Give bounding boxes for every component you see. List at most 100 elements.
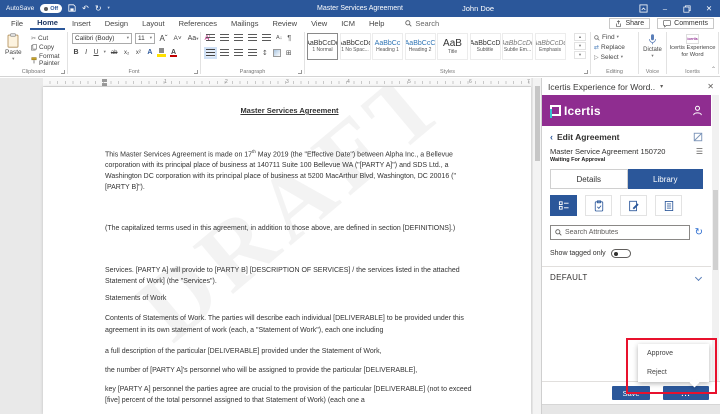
subscript-button[interactable]: x₂ [123, 50, 131, 56]
document-page[interactable]: DRAFT Master Services Agreement This Mas… [43, 87, 531, 414]
grow-font-button[interactable]: Aˇ [158, 34, 169, 43]
reject-menu-item[interactable]: Reject [638, 363, 709, 382]
decrease-indent-icon[interactable] [248, 34, 257, 42]
styles-gallery-more[interactable]: ▾ [574, 51, 586, 59]
bullet-list-icon[interactable] [206, 34, 215, 42]
select-button[interactable]: ▷ Select▾ [594, 54, 623, 61]
tab-view[interactable]: View [304, 17, 334, 30]
sort-icon[interactable]: A↓ [276, 35, 282, 41]
style-title[interactable]: AaBTitle [437, 33, 468, 60]
increase-indent-icon[interactable] [262, 34, 271, 42]
share-button[interactable]: Share [609, 18, 650, 29]
redo-icon[interactable]: ↻ [95, 5, 102, 13]
format-painter-button[interactable]: Format Painter [31, 53, 65, 67]
save-button[interactable]: Save [612, 386, 650, 400]
search-attributes-box[interactable] [550, 225, 690, 240]
shading-icon[interactable] [273, 49, 281, 57]
tab-file[interactable]: File [4, 17, 30, 30]
user-icon[interactable] [692, 105, 703, 116]
tab-layout[interactable]: Layout [135, 17, 172, 30]
panel-close-icon[interactable]: ✕ [707, 82, 714, 91]
dictate-button[interactable]: Dictate ▾ [641, 33, 664, 59]
clauses-view-button[interactable] [585, 195, 612, 216]
panel-scrollbar-thumb[interactable] [713, 190, 718, 270]
panel-menu-caret[interactable]: ▾ [660, 83, 663, 90]
font-color-button[interactable]: A [170, 49, 177, 56]
style-subtle-emphasis[interactable]: AaBbCcDdSubtle Em... [502, 33, 533, 60]
paragraph-contents[interactable]: Contents of Statements of Work. The part… [105, 313, 474, 337]
save-icon[interactable] [68, 4, 76, 14]
attributes-view-button[interactable] [550, 195, 577, 216]
search-box[interactable]: Search [405, 19, 439, 28]
user-name[interactable]: John Doe [462, 4, 494, 13]
tab-details[interactable]: Details [550, 169, 628, 189]
tab-library[interactable]: Library [628, 169, 704, 189]
tab-design[interactable]: Design [98, 17, 135, 30]
tab-mailings[interactable]: Mailings [224, 17, 266, 30]
autosave-toggle[interactable]: Off [40, 4, 62, 13]
paragraph-dialog-launcher[interactable] [298, 70, 302, 74]
paragraph-definitions[interactable]: (The capitalized terms used in this agre… [105, 223, 474, 234]
tab-insert[interactable]: Insert [65, 17, 98, 30]
style-heading2[interactable]: AaBbCcCHeading 2 [405, 33, 436, 60]
more-actions-button[interactable]: ... [663, 386, 709, 400]
styles-dialog-launcher[interactable] [584, 70, 588, 74]
paste-button[interactable]: Paste ▾ [5, 33, 22, 62]
minimize-button[interactable]: – [654, 0, 676, 17]
templates-view-button[interactable] [655, 195, 682, 216]
font-name-select[interactable]: Calibri (Body)▾ [72, 33, 132, 44]
refresh-icon[interactable]: ↻ [695, 228, 703, 238]
customize-quick-access-caret[interactable]: ▾ [108, 6, 110, 11]
tab-icm[interactable]: ICM [334, 17, 362, 30]
align-right-icon[interactable] [234, 49, 243, 57]
copy-button[interactable]: Copy [31, 44, 54, 51]
panel-scrollbar[interactable] [712, 95, 719, 381]
default-section-header[interactable]: DEFAULT [550, 273, 703, 282]
document-title[interactable]: Master Services Agreement [105, 105, 474, 116]
highlight-color-button[interactable] [157, 48, 166, 57]
paragraph-effective-date[interactable]: This Master Services Agreement is made o… [105, 146, 474, 193]
paragraph-statements-of-work-heading[interactable]: Statements of Work [105, 293, 474, 304]
search-attributes-input[interactable] [565, 229, 685, 236]
indent-marker[interactable] [102, 79, 107, 82]
tab-home[interactable]: Home [30, 17, 65, 30]
paragraph-key-personnel[interactable]: key [PARTY A] personnel the parties agre… [105, 384, 474, 406]
restore-button[interactable] [676, 0, 698, 17]
clipboard-dialog-launcher[interactable] [61, 70, 65, 74]
style-no-spacing[interactable]: AaBbCcDd1 No Spac... [340, 33, 371, 60]
collapse-ribbon-button[interactable]: ⌃ [711, 66, 716, 73]
underline-caret[interactable]: ▾ [104, 50, 106, 55]
font-dialog-launcher[interactable] [194, 70, 198, 74]
styles-scroll-up[interactable]: ▴ [574, 33, 586, 41]
tab-references[interactable]: References [172, 17, 224, 30]
paragraph-personnel-number[interactable]: the number of [PARTY A]'s personnel who … [105, 365, 474, 376]
bold-button[interactable]: B [72, 49, 80, 56]
align-center-icon[interactable] [220, 49, 229, 57]
document-scrollbar-thumb[interactable] [535, 86, 540, 161]
text-effects-button[interactable]: A [146, 49, 154, 56]
shrink-font-button[interactable]: A˅ [172, 35, 183, 42]
tab-help[interactable]: Help [362, 17, 391, 30]
paragraph-services[interactable]: Services. [PARTY A] will provide to [PAR… [105, 265, 474, 287]
compare-icon[interactable] [693, 132, 703, 142]
chevron-down-icon[interactable] [695, 274, 702, 281]
find-button[interactable]: Find▾ [594, 34, 619, 41]
paragraph-description[interactable]: a full description of the particular [DE… [105, 346, 474, 357]
style-emphasis[interactable]: AaBbCcDdEmphasis [535, 33, 566, 60]
undo-icon[interactable]: ↶ [82, 5, 89, 13]
style-normal[interactable]: AaBbCcDd1 Normal [307, 33, 338, 60]
strikethrough-button[interactable]: ab [109, 50, 119, 56]
style-heading1[interactable]: AaBbCcHeading 1 [372, 33, 403, 60]
justify-icon[interactable] [248, 49, 257, 57]
superscript-button[interactable]: x² [134, 50, 142, 56]
approve-menu-item[interactable]: Approve [638, 344, 709, 363]
align-left-icon[interactable] [206, 49, 215, 57]
agreement-menu-icon[interactable]: ☰ [696, 147, 703, 156]
italic-button[interactable]: I [84, 49, 89, 56]
replace-button[interactable]: ⇄ Replace [594, 44, 625, 51]
tab-review[interactable]: Review [265, 17, 304, 30]
underline-button[interactable]: U [92, 49, 100, 56]
edit-agreement-back[interactable]: ‹ Edit Agreement [550, 132, 703, 142]
borders-icon[interactable]: ⊞ [286, 49, 292, 57]
ribbon-display-options-button[interactable] [632, 0, 654, 17]
